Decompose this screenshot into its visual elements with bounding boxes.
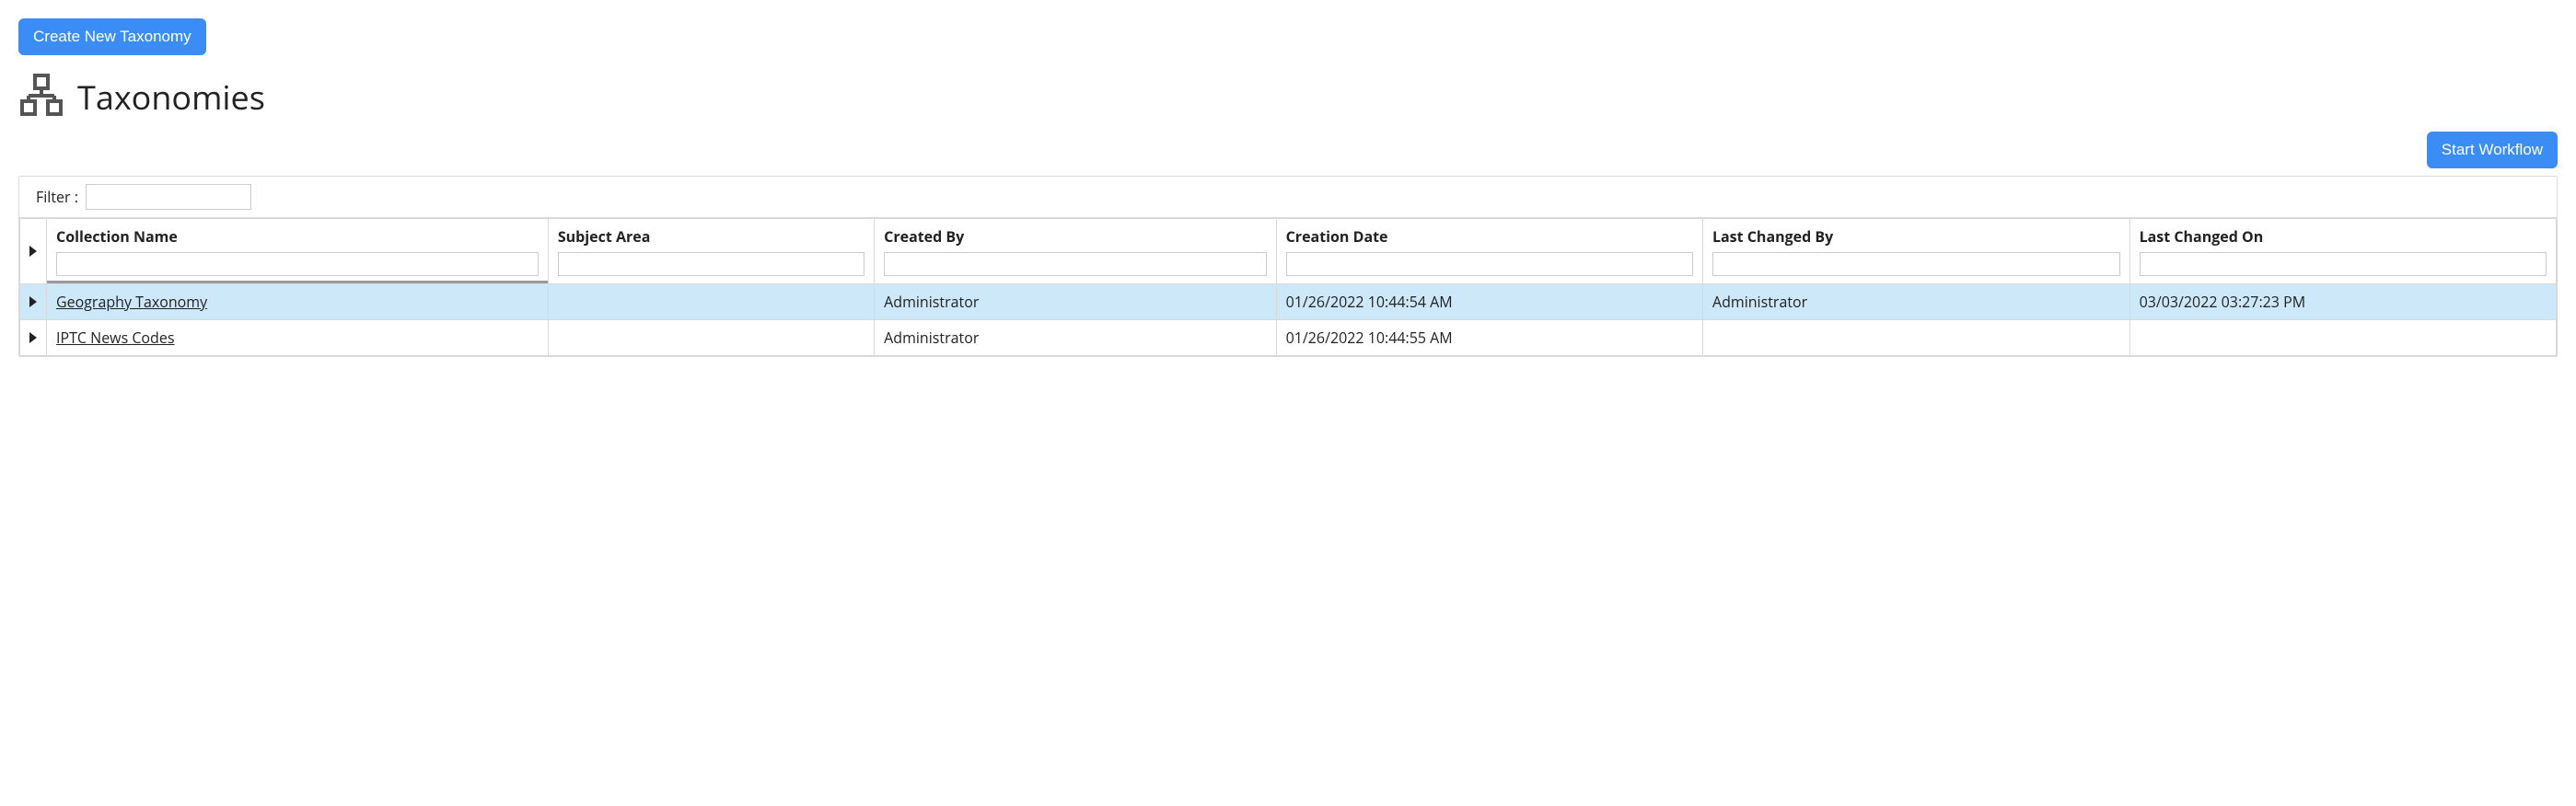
cell-last-changed-on bbox=[2129, 320, 2556, 356]
col-header-subject-area[interactable]: Subject Area bbox=[558, 226, 651, 247]
filter-label: Filter : bbox=[36, 187, 78, 207]
filter-input[interactable] bbox=[86, 184, 251, 210]
hierarchy-icon bbox=[18, 72, 64, 122]
cell-creation-date: 01/26/2022 10:44:55 AM bbox=[1276, 320, 1702, 356]
taxonomy-link[interactable]: IPTC News Codes bbox=[56, 328, 174, 348]
cell-last-changed-by: Administrator bbox=[1702, 284, 2129, 320]
cell-created-by: Administrator bbox=[875, 284, 1276, 320]
col-filter-last-changed-on[interactable] bbox=[2140, 252, 2547, 276]
taxonomy-link[interactable]: Geography Taxonomy bbox=[56, 292, 207, 312]
table-row[interactable]: Geography Taxonomy Administrator01/26/202… bbox=[20, 284, 2557, 320]
col-header-last-changed-by[interactable]: Last Changed By bbox=[1712, 226, 1833, 247]
start-workflow-button[interactable]: Start Workflow bbox=[2427, 132, 2558, 168]
col-filter-subject-area[interactable] bbox=[558, 252, 864, 276]
col-filter-created-by[interactable] bbox=[884, 252, 1266, 276]
expand-row-icon[interactable] bbox=[29, 296, 37, 307]
col-filter-collection-name[interactable] bbox=[56, 252, 539, 276]
col-header-creation-date[interactable]: Creation Date bbox=[1286, 226, 1388, 247]
cell-last-changed-on: 03/03/2022 03:27:23 PM bbox=[2129, 284, 2556, 320]
expand-all-icon[interactable] bbox=[29, 246, 37, 257]
create-taxonomy-button[interactable]: Create New Taxonomy bbox=[18, 18, 206, 55]
col-filter-creation-date[interactable] bbox=[1286, 252, 1693, 276]
col-header-collection-name[interactable]: Collection Name bbox=[56, 226, 178, 247]
col-header-created-by[interactable]: Created By bbox=[884, 226, 964, 247]
cell-creation-date: 01/26/2022 10:44:54 AM bbox=[1276, 284, 1702, 320]
cell-last-changed-by bbox=[1702, 320, 2129, 356]
page-title: Taxonomies bbox=[77, 75, 265, 120]
table-row[interactable]: IPTC News Codes Administrator01/26/2022 1… bbox=[20, 320, 2557, 356]
col-header-last-changed-on[interactable]: Last Changed On bbox=[2140, 226, 2264, 247]
taxonomy-grid: Filter : Collection Name Subject Area Cr… bbox=[18, 176, 2558, 357]
cell-subject-area bbox=[548, 320, 874, 356]
cell-created-by: Administrator bbox=[875, 320, 1276, 356]
expand-row-icon[interactable] bbox=[29, 332, 37, 343]
col-filter-last-changed-by[interactable] bbox=[1712, 252, 2120, 276]
cell-subject-area bbox=[548, 284, 874, 320]
